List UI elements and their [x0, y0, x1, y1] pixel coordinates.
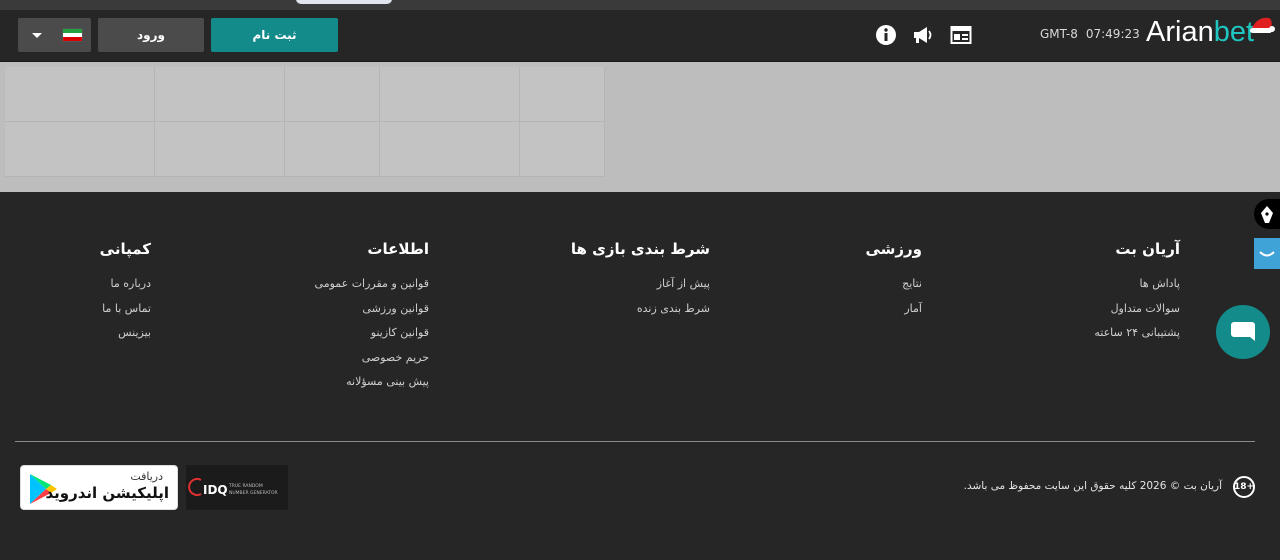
logo-text: Arian — [1146, 16, 1214, 48]
footer-column-betting: شرط بندی بازی ها پیش از آغاز شرط بندی زن… — [571, 240, 710, 321]
copyright-text: آریان بت © 2026 کلیه حقوق این سایت محفوظ… — [963, 480, 1222, 492]
top-pill — [296, 0, 392, 4]
footer-link[interactable]: سوالات متداول — [1094, 297, 1180, 322]
footer-column-title: کمپانی — [99, 240, 151, 258]
age-restriction-badge: 18+ — [1233, 476, 1255, 498]
footer-link[interactable]: تماس با ما — [100, 297, 151, 322]
footer-column-info: اطلاعات قوانین و مقررات عمومی قوانین ورز… — [315, 240, 429, 395]
site-footer: آریان بت پاداش ها سوالات متداول پشتیبانی… — [0, 192, 1280, 560]
language-selector[interactable] — [18, 18, 91, 52]
chevron-down-icon — [32, 32, 42, 38]
app-badge-line1: دریافت — [130, 470, 163, 483]
footer-link[interactable]: پیش بینی مسؤلانه — [315, 370, 429, 395]
footer-link[interactable]: نتایج — [865, 272, 922, 297]
loading-placeholder — [0, 62, 1280, 192]
footer-column-company: کمپانی درباره ما تماس با ما بیزینس — [100, 240, 151, 346]
footer-link[interactable]: آمار — [865, 297, 922, 322]
site-logo[interactable]: Arianbet — [1146, 16, 1254, 49]
footer-link[interactable]: قوانین کازینو — [315, 321, 429, 346]
smile-icon — [1259, 251, 1275, 257]
app-badge-line2: اپلیکیشن اندروید — [45, 484, 169, 502]
footer-link[interactable]: بیزینس — [100, 321, 151, 346]
footer-column-title: اطلاعات — [367, 240, 429, 258]
svg-text:IDQ: IDQ — [203, 483, 228, 497]
footer-link[interactable]: شرط بندی زنده — [571, 297, 710, 322]
santa-hat-icon — [1250, 17, 1275, 33]
android-app-badge[interactable]: دریافت اپلیکیشن اندروید — [20, 465, 178, 510]
info-icon[interactable] — [875, 24, 897, 46]
chat-bubble-icon — [1231, 322, 1255, 341]
feedback-button[interactable] — [1254, 238, 1280, 269]
footer-link[interactable]: پشتیبانی ۲۴ ساعته — [1094, 321, 1180, 346]
footer-column-sports: ورزشی نتایج آمار — [865, 240, 922, 321]
footer-column-title: شرط بندی بازی ها — [570, 240, 710, 258]
footer-link[interactable]: قوانین و مقررات عمومی — [315, 272, 429, 297]
svg-text:TRUE RANDOM: TRUE RANDOM — [228, 483, 263, 489]
clock: GMT-8 07:49:23 — [1040, 27, 1140, 41]
iran-flag-icon — [62, 28, 83, 42]
logo-text-accent: bet — [1213, 16, 1255, 48]
pen-tool-button[interactable] — [1254, 199, 1280, 229]
megaphone-icon[interactable] — [912, 24, 934, 46]
browser-top-strip — [0, 0, 1280, 10]
footer-link[interactable]: پیش از آغاز — [571, 272, 710, 297]
register-button[interactable]: ثبت نام — [211, 18, 338, 52]
login-button[interactable]: ورود — [98, 18, 204, 52]
pen-nib-icon — [1261, 206, 1273, 223]
footer-link[interactable]: پاداش ها — [1094, 272, 1180, 297]
footer-column-title: ورزشی — [865, 240, 922, 258]
svg-text:NUMBER GENERATOR: NUMBER GENERATOR — [229, 490, 278, 496]
footer-column-arianbet: آریان بت پاداش ها سوالات متداول پشتیبانی… — [1094, 240, 1180, 346]
idq-rng-badge: IDQ TRUE RANDOM NUMBER GENERATOR — [186, 465, 288, 510]
news-icon[interactable] — [950, 24, 972, 46]
footer-divider — [15, 441, 1255, 442]
timezone: GMT-8 — [1040, 27, 1078, 41]
footer-link[interactable]: قوانین ورزشی — [315, 297, 429, 322]
footer-link[interactable]: حریم خصوصی — [315, 346, 429, 371]
footer-column-title: آریان بت — [1115, 240, 1180, 258]
idq-logo-icon: IDQ TRUE RANDOM NUMBER GENERATOR — [188, 478, 278, 497]
footer-link[interactable]: درباره ما — [100, 272, 151, 297]
chat-button[interactable] — [1216, 305, 1270, 359]
time: 07:49:23 — [1085, 27, 1140, 41]
site-header: ورود ثبت نام GMT-8 07:49:23 Arianbet — [0, 10, 1280, 62]
